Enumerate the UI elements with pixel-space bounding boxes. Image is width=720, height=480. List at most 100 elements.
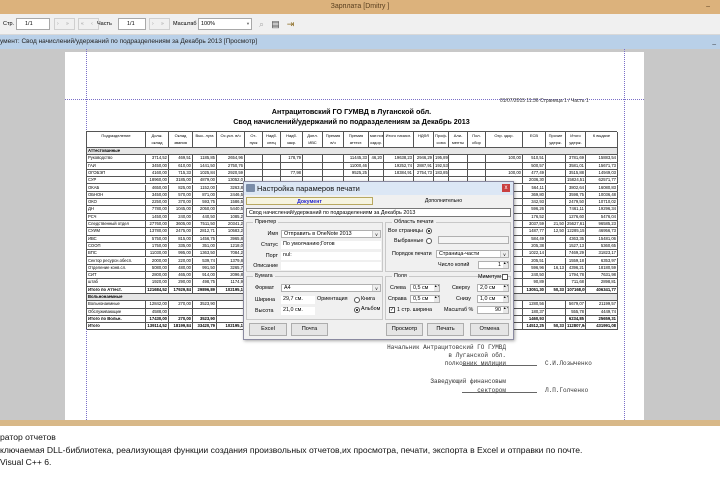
row-label: ОКО — [87, 199, 146, 207]
table-cell: 1045,00 — [169, 206, 193, 214]
minimize-button[interactable]: – — [706, 0, 710, 14]
table-cell: 12842,00 — [146, 301, 169, 309]
selected-pages-radio[interactable] — [426, 238, 432, 244]
close-button[interactable]: x — [502, 184, 510, 192]
signature-1-line — [462, 365, 537, 366]
table-cell — [217, 301, 245, 309]
table-cell: 2754,73 — [414, 169, 434, 178]
selected-pages-input[interactable] — [438, 236, 509, 244]
table-cell — [217, 315, 245, 324]
print-order-select[interactable]: Страница-части v — [436, 250, 509, 258]
left-margin-input[interactable]: 0,5 см ▲▼ — [410, 284, 440, 292]
zoom-select[interactable]: 100% ▼ — [198, 18, 252, 30]
page-next-buttons[interactable]: › » — [54, 18, 75, 30]
format-label: Формат — [255, 285, 275, 291]
spinner-icon[interactable]: ▲▼ — [434, 285, 439, 291]
table-cell: 139114,52 — [146, 323, 169, 331]
print-button[interactable]: Печать — [427, 323, 464, 336]
dialog-title-bar: Настройка парамеров печати x — [244, 182, 513, 195]
scale-input[interactable]: 90▲▼ — [477, 306, 509, 314]
table-cell: 1527,13 — [566, 242, 586, 251]
column-header: Премия в/ч — [323, 132, 344, 148]
spinner-icon[interactable]: ▲▼ — [503, 307, 508, 313]
search-icon[interactable]: ⌕ — [256, 18, 267, 30]
bottom-margin-input[interactable]: 1,0 см ▲▼ — [477, 295, 509, 303]
table-cell: 121684,52 — [146, 286, 169, 294]
exit-icon[interactable]: ⇥ — [285, 18, 296, 30]
table-cell: 11000,46 — [344, 162, 369, 170]
table-cell — [546, 169, 566, 178]
table-cell: 2446,5 — [217, 191, 245, 200]
status-label: Статус — [260, 242, 278, 248]
portrait-radio[interactable] — [354, 297, 360, 303]
table-cell: 10710,02 — [586, 199, 618, 207]
table-cell — [245, 155, 263, 163]
document-name-field[interactable]: Свод начислений/удержаний по подразделен… — [246, 208, 511, 217]
tab-additional[interactable]: Дополнительно — [375, 197, 512, 205]
table-cell: 4879,00 — [193, 177, 217, 185]
portrait-label: Книга — [361, 296, 375, 302]
table-cell: 335,00 — [169, 242, 193, 251]
table-cell: 914,00 — [193, 272, 217, 280]
report-title: Антрацитовский ГО ГУМВД в Луганской обл. — [271, 107, 432, 116]
spinner-icon[interactable]: ▲▼ — [503, 285, 508, 291]
cancel-button[interactable]: Отмена — [470, 323, 509, 336]
format-select[interactable]: A4 v — [281, 284, 381, 292]
table-cell: 10036,48 — [586, 191, 618, 200]
table-cell: 555,78 — [566, 308, 586, 316]
table-cell: 11445,33 — [344, 155, 369, 163]
table-cell: 1586,5 — [217, 199, 245, 207]
preview-button[interactable]: Просмотр — [386, 323, 423, 336]
tab-document[interactable]: Документ — [246, 197, 373, 205]
signature-2-name: Л.П.Голченко — [545, 387, 589, 394]
document-minimize-button[interactable]: _ — [712, 35, 716, 49]
report-subtitle: Свод начислений/удержаний по подразделен… — [233, 117, 470, 126]
row-label: Отделение конв.сл. — [87, 264, 146, 273]
excel-button[interactable]: Excel — [249, 323, 287, 336]
table-cell — [449, 155, 468, 163]
table-cell: 480,00 — [169, 264, 193, 273]
table-cell: 825,00 — [169, 184, 193, 192]
spinner-icon[interactable]: ▲▼ — [503, 296, 508, 302]
right-margin-input[interactable]: 0,5 см ▲▼ — [410, 295, 440, 303]
mail-button[interactable]: Почта — [291, 323, 328, 336]
copies-stepper[interactable]: 1▲▼ — [478, 261, 509, 269]
spinner-icon[interactable]: ▲▼ — [503, 262, 508, 268]
spinner-icon[interactable]: ▲▼ — [434, 296, 439, 302]
table-cell — [546, 177, 566, 185]
table-cell: 1456,75 — [193, 235, 217, 243]
table-cell: 100,00 — [486, 169, 523, 178]
group-row: Аттестованные — [87, 148, 618, 156]
printer-icon[interactable]: ▤ — [270, 18, 281, 30]
mirror-checkbox[interactable] — [502, 274, 508, 280]
table-cell: 1025,84 — [193, 169, 217, 178]
left-margin-label: Слева — [390, 285, 406, 291]
part-input[interactable]: 1/1 — [118, 18, 146, 30]
printer-name-label: Имя — [267, 231, 279, 237]
column-header: Подразделение — [87, 132, 146, 148]
fit-width-checkbox[interactable]: ✓ — [389, 307, 395, 313]
top-margin-input[interactable]: 2,0 см ▲▼ — [477, 284, 509, 292]
column-header: Проф- союз — [434, 132, 449, 148]
printer-name-select[interactable]: Отправить в OneNote 2013 v — [281, 230, 381, 238]
description-value — [281, 262, 381, 270]
table-cell: 19296,34 — [586, 206, 618, 214]
print-area-group: Область печати Все страницы Выбранные По… — [385, 219, 511, 272]
table-cell: 815,00 — [169, 235, 193, 243]
all-pages-radio[interactable] — [426, 228, 432, 234]
table-cell: 6353,97 — [586, 257, 618, 265]
format-value: A4 — [284, 285, 291, 291]
table-cell: 205,51 — [523, 257, 546, 265]
signature-1-name: С.И.Лозыченко — [545, 360, 592, 367]
table-cell: 564,11 — [523, 184, 546, 192]
part-prev-buttons[interactable]: « ‹ — [78, 18, 99, 30]
table-cell — [546, 250, 566, 258]
column-header: К выдаче — [586, 132, 618, 148]
table-cell: 102195,1 — [217, 323, 245, 331]
table-cell — [546, 272, 566, 280]
landscape-radio[interactable] — [354, 307, 360, 313]
description-line-3: Visual C++ 6. — [0, 457, 52, 467]
page-input[interactable]: 1/1 — [16, 18, 50, 30]
table-cell: 15824,51 — [566, 177, 586, 185]
part-next-buttons[interactable]: › » — [149, 18, 170, 30]
